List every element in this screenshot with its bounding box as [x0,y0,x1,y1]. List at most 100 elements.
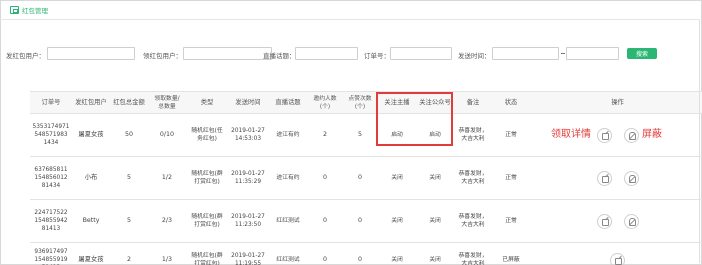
topic-input[interactable] [295,47,358,60]
end-time-input[interactable] [566,47,619,60]
amount-cell: 5 [110,199,148,243]
follow-public-cell: 关闭 [416,242,454,265]
type-cell: 随机红包(群 打赏红包) [186,156,228,200]
col-header: 备注 [454,91,492,114]
operations-cell [530,242,702,265]
table-row: 224717522 154855942 81413 Betty 5 2/3 随机红包(群 打赏… [30,199,702,243]
time-cell: 2019-01-27 11:19:55 [228,242,268,265]
col-header: 红包总金额 [110,91,148,114]
count-cell: 1/3 [148,242,186,265]
count-cell: 1/2 [148,156,186,200]
topic-cell: 红红测试 [268,242,308,265]
operations-cell [530,156,702,200]
likes-cell: 0 [342,199,378,243]
red-packet-icon [10,6,19,14]
invite-cell: 0 [308,199,342,243]
status-cell: 正常 [492,199,530,243]
order-input[interactable] [390,47,452,60]
red-packet-table: 订单号 发红包用户 红包总金额 领取数量/总数量 类型 发送时间 直播话题 邀约… [30,91,702,265]
receiver-label: 领红包用户： [143,52,182,60]
amount-cell: 50 [110,113,148,157]
sender-cell: 屠夏女孩 [72,242,110,265]
table-header-row: 订单号 发红包用户 红包总金额 领取数量/总数量 类型 发送时间 直播话题 邀约… [30,91,702,114]
topic-cell: 迹江有约 [268,156,308,200]
type-cell: 随机红包(群 打赏红包) [186,199,228,243]
col-header: 订单号 [30,91,72,114]
topic-label: 直播话题： [263,52,296,60]
col-header: 点赞次数 (个) [342,91,378,114]
status-cell: 正常 [492,156,530,200]
view-detail-button[interactable] [610,252,625,265]
block-button[interactable] [623,127,639,143]
block-button[interactable] [623,170,639,186]
time-cell: 2019-01-27 14:53:03 [228,113,268,157]
invite-cell: 2 [308,113,342,157]
likes-cell: 0 [342,156,378,200]
count-cell: 0/10 [148,113,186,157]
likes-cell: 5 [342,113,378,157]
order-number-cell: 224717522 154855942 81413 [30,199,72,243]
annotation-block: 屏蔽 [642,129,662,140]
operations-cell [530,199,702,243]
count-cell: 2/3 [148,199,186,243]
receiver-input[interactable] [183,47,272,60]
note-cell: 恭喜发财， 大吉大利 [454,242,492,265]
table-row: 93691749715485591951413屠夏女孩21/3随机红包(群打赏红… [30,242,702,265]
filter-bar: 发红包用户： 领红包用户： 直播话题： 订单号： 发送时间： 搜索 [0,46,702,62]
sender-cell: 屠夏女孩 [72,113,110,157]
highlight-box [376,92,453,146]
note-cell: 恭喜发财， 大吉大利 [454,113,492,157]
col-header: 领取数量/总数量 [148,91,186,114]
col-header: 类型 [186,91,228,114]
amount-cell: 2 [110,242,148,265]
follow-anchor-cell: 关闭 [378,242,416,265]
col-header: 发送时间 [228,91,268,114]
order-number-cell: 5353174971 548571983 1434 [30,113,72,157]
time-cell: 2019-01-27 11:35:29 [228,156,268,200]
type-cell: 随机红包(任 务红包) [186,113,228,157]
follow-anchor-cell: 关闭 [378,156,416,200]
right-edge [699,20,700,263]
type-cell: 随机红包(群 打赏红包) [186,242,228,265]
order-number-cell: 93691749715485591951413 [30,242,72,265]
page-header: 红包管理 [10,4,48,16]
col-header: 操作 [530,91,702,114]
sender-cell: 小布 [72,156,110,200]
likes-cell: 0 [342,242,378,265]
follow-public-cell: 关闭 [416,199,454,243]
view-detail-button[interactable] [596,127,612,143]
follow-anchor-cell: 关闭 [378,199,416,243]
annotation-detail: 领取详情 [551,129,591,140]
order-label: 订单号： [364,52,390,60]
table-row: 637685811 154856012 81434 小布 5 1/2 随机红包(群 打赏红包)… [30,156,702,200]
col-header: 状态 [492,91,530,114]
col-header: 发红包用户 [72,91,110,114]
order-number-cell: 637685811 154856012 81434 [30,156,72,200]
sender-label: 发红包用户： [6,52,45,60]
note-cell: 恭喜发财， 大吉大利 [454,199,492,243]
col-header: 直播话题 [268,91,308,114]
follow-public-cell: 关闭 [416,156,454,200]
status-cell: 正常 [492,113,530,157]
time-cell: 2019-01-27 11:23:50 [228,199,268,243]
view-detail-button[interactable] [596,170,612,186]
start-time-input[interactable] [492,47,559,60]
page-title: 红包管理 [22,7,48,15]
header-divider [0,19,700,20]
time-label: 发送时间： [458,52,491,60]
col-header: 邀约人数 (个) [308,91,342,114]
table-row: 5353174971 548571983 1434 屠夏女孩 50 0/10 随机红包(任务… [30,113,702,157]
view-detail-button[interactable] [596,213,612,229]
search-button[interactable]: 搜索 [627,48,657,59]
status-cell: 已屏蔽 [492,242,530,265]
topic-cell: 迹江有约 [268,113,308,157]
invite-cell: 0 [308,242,342,265]
sender-cell: Betty [72,199,110,243]
range-separator [561,53,565,54]
block-button[interactable] [623,213,639,229]
invite-cell: 0 [308,156,342,200]
note-cell: 恭喜发财， 大吉大利 [454,156,492,200]
amount-cell: 5 [110,156,148,200]
sender-input[interactable] [47,47,135,60]
topic-cell: 红红测试 [268,199,308,243]
